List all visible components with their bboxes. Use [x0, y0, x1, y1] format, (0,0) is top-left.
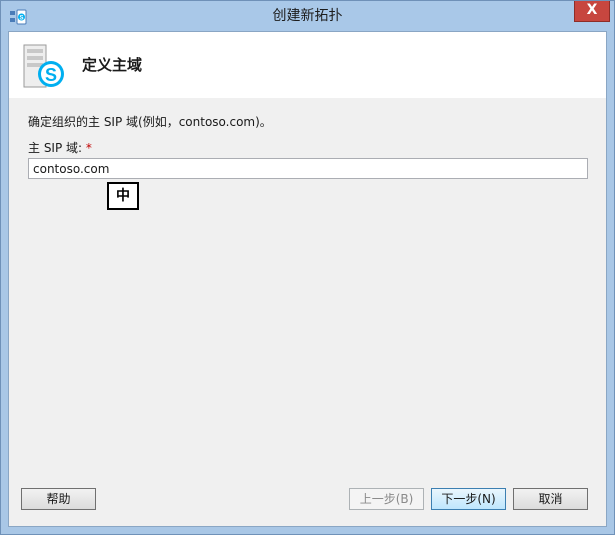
- sip-domain-label-text: 主 SIP 域:: [28, 141, 83, 155]
- page-header: S 定义主域: [9, 32, 606, 98]
- title-bar: S 创建新拓扑 X: [1, 1, 614, 31]
- help-button[interactable]: 帮助: [21, 488, 96, 510]
- previous-button[interactable]: 上一步(B): [349, 488, 424, 510]
- sip-domain-input[interactable]: [28, 158, 588, 179]
- required-marker: *: [85, 141, 92, 155]
- svg-text:S: S: [45, 65, 57, 85]
- close-button[interactable]: X: [574, 1, 610, 22]
- page-title: 定义主域: [82, 56, 143, 74]
- dialog-window: S 创建新拓扑 X S 定义主域 确定组织的主 SIP 域(例如，contoso…: [0, 0, 615, 535]
- server-skype-icon: S: [23, 44, 64, 88]
- next-button[interactable]: 下一步(N): [431, 488, 506, 510]
- sip-domain-label: 主 SIP 域: *: [28, 139, 92, 156]
- cancel-button[interactable]: 取消: [513, 488, 588, 510]
- ime-mode-indicator[interactable]: 中: [107, 182, 139, 210]
- instruction-text: 确定组织的主 SIP 域(例如，contoso.com)。: [28, 115, 272, 129]
- window-title: 创建新拓扑: [272, 8, 343, 24]
- dialog-body: S 定义主域 确定组织的主 SIP 域(例如，contoso.com)。 主 S…: [8, 31, 607, 527]
